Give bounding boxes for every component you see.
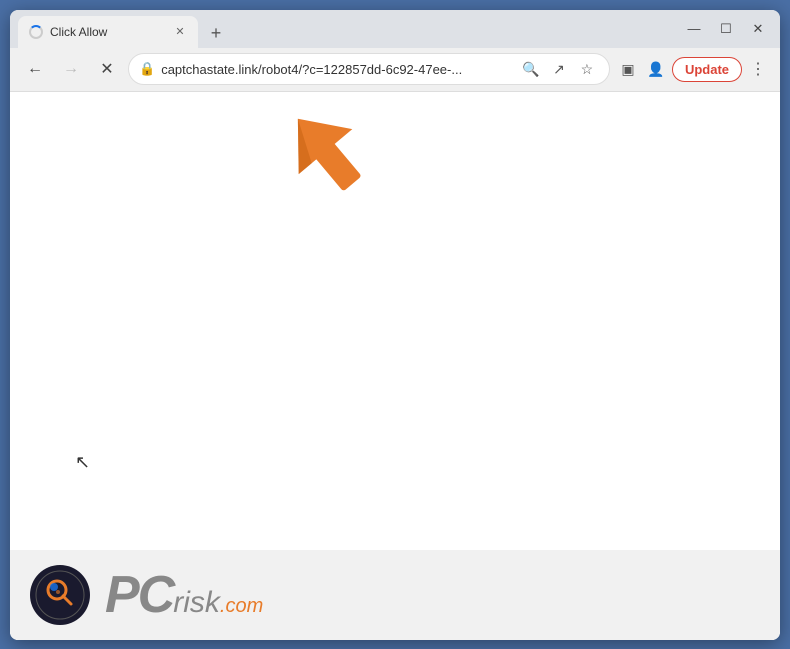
page-content: ↖ PC risk .com xyxy=(10,92,780,640)
minimize-button[interactable]: — xyxy=(680,15,708,43)
browser-window: Click Allow ✕ + — ☐ ✕ ← → ✕ 🔒 captchasta… xyxy=(10,10,780,640)
tab-spinner xyxy=(29,25,43,39)
maximize-button[interactable]: ☐ xyxy=(712,15,740,43)
toolbar-right: ▣ 👤 Update ⋮ xyxy=(616,57,770,82)
pcrisk-logo xyxy=(30,565,90,625)
tab-favicon xyxy=(28,24,44,40)
address-bar-icons: 🔍 ↗ ☆ xyxy=(519,57,599,81)
orange-arrow xyxy=(280,102,380,212)
risk-label: risk xyxy=(173,588,220,618)
active-tab[interactable]: Click Allow ✕ xyxy=(18,16,198,48)
pcrisk-text: PC risk .com xyxy=(105,569,263,621)
forward-button[interactable]: → xyxy=(56,54,86,84)
address-bar[interactable]: 🔒 captchastate.link/robot4/?c=122857dd-6… xyxy=(128,53,610,85)
pc-label: PC xyxy=(105,569,173,621)
search-icon-button[interactable]: 🔍 xyxy=(519,57,543,81)
profile-button[interactable]: 👤 xyxy=(644,57,668,81)
sidebar-button[interactable]: ▣ xyxy=(616,57,640,81)
tab-close-button[interactable]: ✕ xyxy=(172,24,188,40)
watermark: PC risk .com xyxy=(10,550,780,640)
mouse-cursor: ↖ xyxy=(75,452,90,473)
tab-title: Click Allow xyxy=(50,25,166,39)
window-controls: — ☐ ✕ xyxy=(680,15,772,43)
title-bar: Click Allow ✕ + — ☐ ✕ xyxy=(10,10,780,48)
new-tab-button[interactable]: + xyxy=(202,20,230,48)
lock-icon: 🔒 xyxy=(139,61,155,77)
navigation-bar: ← → ✕ 🔒 captchastate.link/robot4/?c=1228… xyxy=(10,48,780,92)
dotcom-label: .com xyxy=(220,595,263,618)
url-text: captchastate.link/robot4/?c=122857dd-6c9… xyxy=(161,62,513,77)
update-button[interactable]: Update xyxy=(672,57,742,82)
reload-button[interactable]: ✕ xyxy=(92,54,122,84)
bookmark-icon-button[interactable]: ☆ xyxy=(575,57,599,81)
browser-menu-button[interactable]: ⋮ xyxy=(746,57,770,81)
tab-area: Click Allow ✕ + xyxy=(18,10,672,48)
back-button[interactable]: ← xyxy=(20,54,50,84)
share-icon-button[interactable]: ↗ xyxy=(547,57,571,81)
close-button[interactable]: ✕ xyxy=(744,15,772,43)
